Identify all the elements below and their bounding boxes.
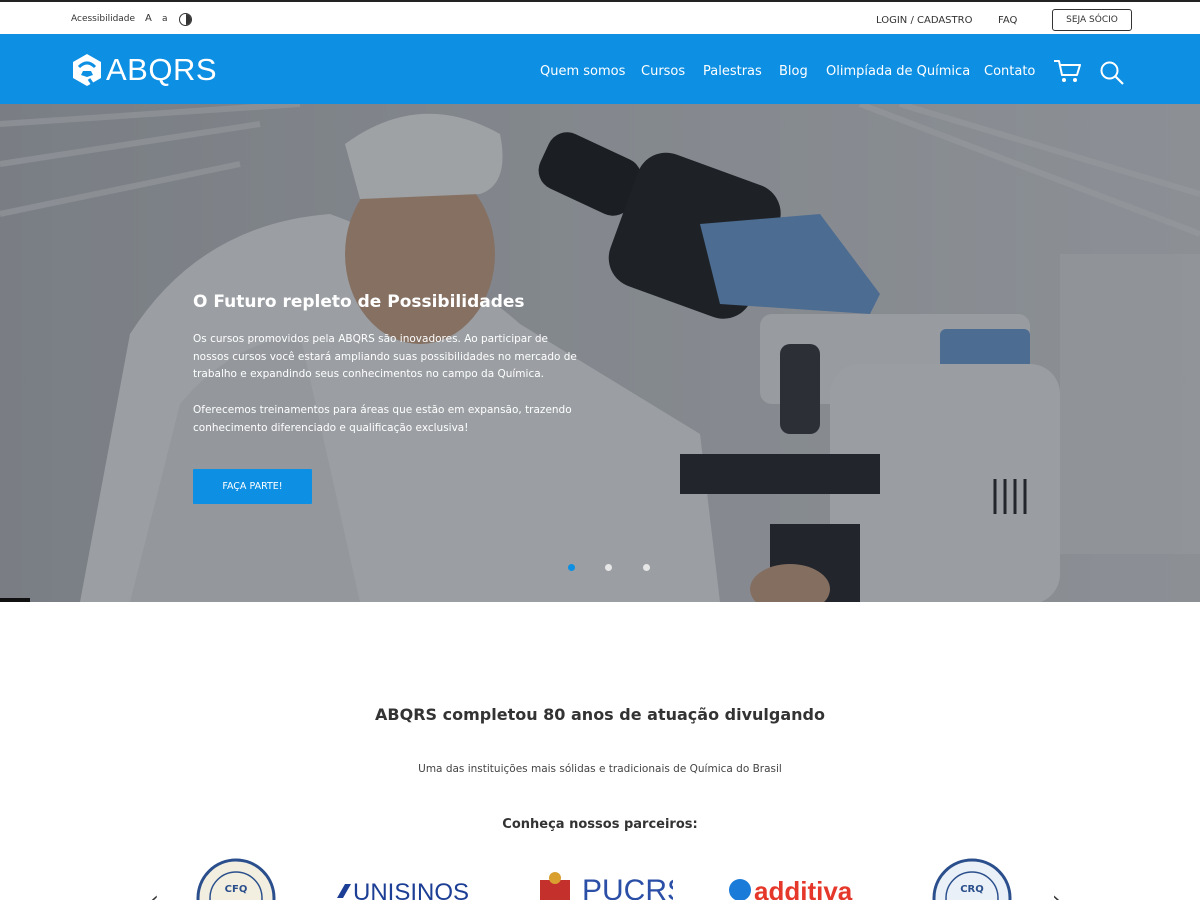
slider-dot-2[interactable]: [605, 564, 612, 571]
logo-hexagon-icon: [73, 54, 101, 86]
additiva-text: additiva: [754, 878, 853, 900]
section-headline: ABQRS completou 80 anos de atuação divul…: [375, 705, 825, 724]
hero-paragraph-1: Os cursos promovidos pela ABQRS são inov…: [193, 333, 577, 380]
hero-overlay: [0, 104, 1200, 602]
login-register-link[interactable]: LOGIN / CADASTRO: [876, 15, 972, 26]
main-navigation: ABQRS Quem somos Cursos Palestras Blog O…: [0, 34, 1200, 104]
nav-item-contato[interactable]: Contato: [984, 64, 1035, 79]
partner-logo-unisinos[interactable]: UNISINOS: [335, 878, 480, 900]
search-icon[interactable]: [1099, 60, 1125, 86]
carousel-prev-icon[interactable]: ‹: [150, 888, 159, 900]
slider-dot-3[interactable]: [643, 564, 650, 571]
nav-item-olimpiada[interactable]: Olimpíada de Química: [826, 64, 970, 79]
hero-title: O Futuro repleto de Possibilidades: [193, 292, 525, 312]
contrast-toggle-icon[interactable]: [179, 13, 192, 26]
pucrs-text: PUCRS: [582, 874, 673, 900]
nav-item-palestras[interactable]: Palestras: [703, 64, 762, 79]
partner-logo-additiva[interactable]: additiva: [728, 876, 873, 900]
slider-progress-bar: [0, 598, 30, 602]
partner-logo-pucrs[interactable]: PUCRS: [538, 870, 687, 900]
site-logo[interactable]: ABQRS: [71, 52, 217, 88]
partners-title: Conheça nossos parceiros:: [502, 817, 698, 832]
nav-item-blog[interactable]: Blog: [779, 64, 808, 79]
cart-icon[interactable]: [1053, 58, 1081, 84]
hero-slider: O Futuro repleto de Possibilidades Os cu…: [0, 104, 1200, 602]
hero-paragraph-2: Oferecemos treinamentos para áreas que e…: [193, 404, 572, 434]
nav-item-quem-somos[interactable]: Quem somos: [540, 64, 625, 79]
become-member-button[interactable]: SEJA SÓCIO: [1052, 9, 1132, 31]
partner-logo-crq[interactable]: CRQ: [932, 858, 1012, 900]
section-subheadline: Uma das instituições mais sólidas e trad…: [418, 763, 782, 775]
carousel-next-icon[interactable]: ›: [1052, 888, 1061, 900]
utility-bar: Acessibilidade A a LOGIN / CADASTRO FAQ …: [0, 0, 1200, 34]
slider-dot-1[interactable]: [568, 564, 575, 571]
cfq-text: CFQ: [225, 884, 248, 895]
join-button[interactable]: FAÇA PARTE!: [193, 469, 312, 504]
partner-logo-cfq[interactable]: CFQ: [196, 858, 276, 900]
accessibility-label: Acessibilidade: [71, 14, 136, 24]
faq-link[interactable]: FAQ: [998, 15, 1017, 26]
unisinos-text: UNISINOS: [353, 879, 469, 900]
nav-item-cursos[interactable]: Cursos: [641, 64, 685, 79]
font-decrease-button[interactable]: a: [162, 14, 168, 24]
font-increase-button[interactable]: A: [145, 13, 152, 24]
crq-text: CRQ: [960, 884, 984, 895]
logo-text: ABQRS: [106, 52, 218, 87]
